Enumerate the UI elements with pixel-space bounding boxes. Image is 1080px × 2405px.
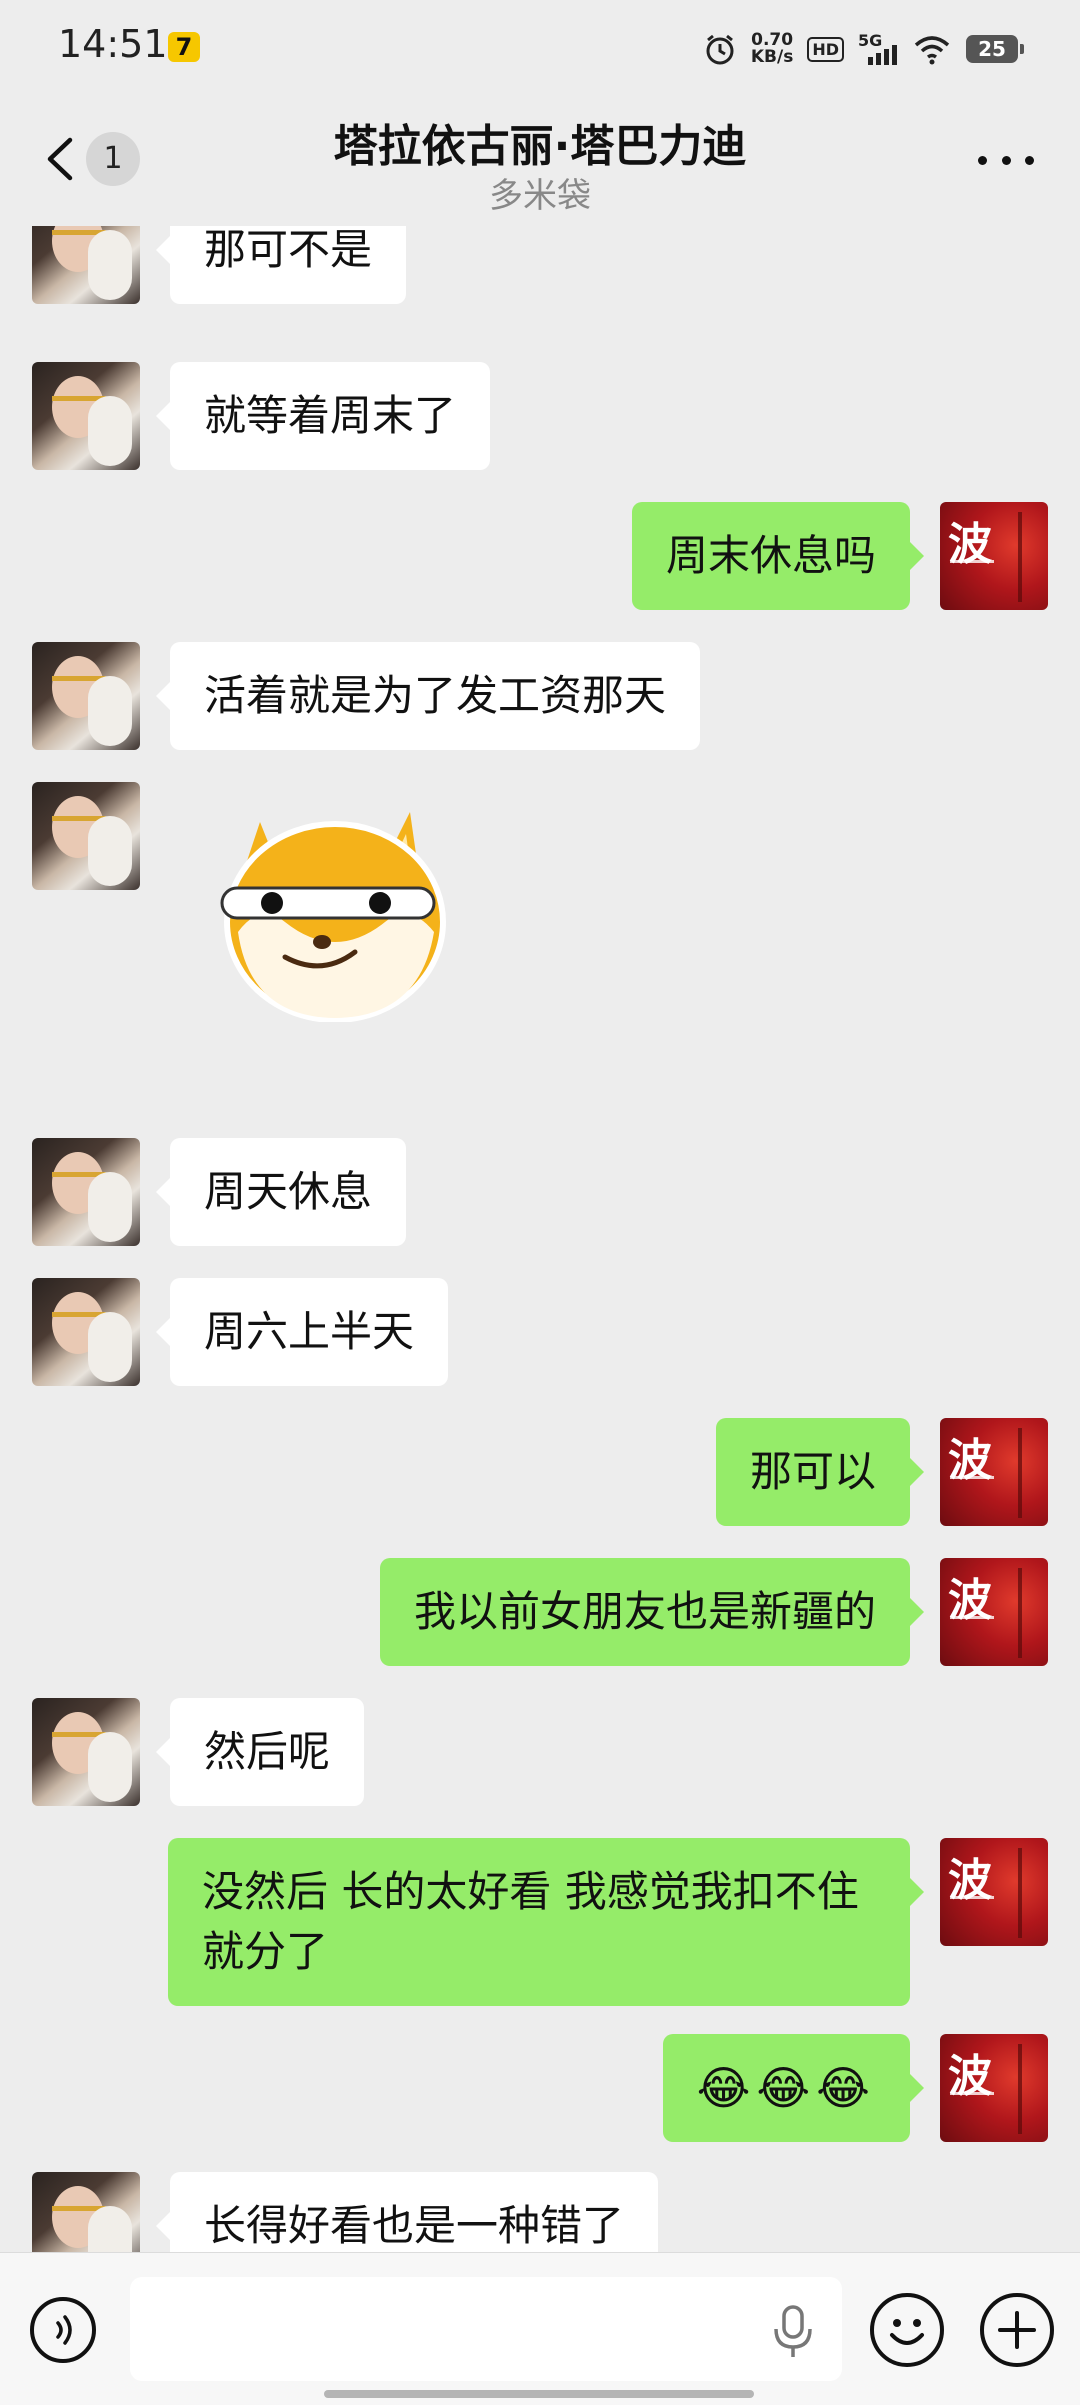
chat-header: 1 塔拉依古丽·塔巴力迪 多米袋 (0, 96, 1080, 226)
my-avatar[interactable]: 波 (940, 2034, 1048, 2142)
message-bubble[interactable]: 😂😂😂 (662, 2034, 925, 2142)
message-bubble[interactable]: 没然后 长的太好看 我感觉我扣不住 就分了 (168, 1838, 924, 2006)
contact-avatar[interactable] (32, 1698, 140, 1806)
alarm-icon (706, 34, 734, 65)
network-speed: 0.70 KB/s (751, 32, 793, 66)
status-time: 14:51 (58, 22, 168, 66)
contact-avatar[interactable] (32, 1278, 140, 1386)
microphone-icon[interactable] (770, 2303, 816, 2359)
message-bubble[interactable]: 那可不是 (155, 226, 407, 304)
more-functions-button[interactable] (980, 2293, 1054, 2367)
message-bubble[interactable]: 周六上半天 (155, 1278, 449, 1386)
my-avatar[interactable]: 波 (940, 1558, 1048, 1666)
message-bubble[interactable]: 我以前女朋友也是新疆的 (379, 1558, 925, 1666)
message-bubble[interactable]: 然后呢 (155, 1698, 365, 1806)
network-speed-unit: KB/s (750, 47, 794, 67)
contact-avatar[interactable] (32, 226, 140, 304)
contact-avatar[interactable] (32, 1138, 140, 1246)
my-avatar[interactable]: 波 (940, 502, 1048, 610)
message-input[interactable] (130, 2277, 842, 2381)
plus-icon (998, 2311, 1036, 2349)
status-bar: 14:51 7 0.70 KB/s HD 5G 25 (0, 0, 1080, 96)
more-options-icon[interactable] (978, 150, 1034, 170)
notification-app-icon: 7 (168, 32, 200, 62)
input-bar (0, 2252, 1080, 2405)
contact-avatar[interactable] (32, 782, 140, 890)
emoji-button[interactable] (870, 2293, 944, 2367)
message-bubble[interactable]: 活着就是为了发工资那天 (155, 642, 701, 750)
status-icons: 0.70 KB/s HD 5G 25 (703, 26, 1024, 72)
voice-mode-button[interactable] (30, 2297, 96, 2363)
home-indicator[interactable] (324, 2390, 754, 2398)
signal-icon: 5G (858, 31, 898, 67)
smiley-icon (890, 2319, 924, 2345)
message-bubble[interactable]: 长得好看也是一种错了 (155, 2172, 659, 2252)
chat-subtitle: 多米袋 (489, 176, 591, 216)
chat-title: 塔拉依古丽·塔巴力迪 (333, 121, 747, 172)
contact-avatar[interactable] (32, 362, 140, 470)
message-bubble[interactable]: 周末休息吗 (631, 502, 925, 610)
voice-wave-icon (56, 2315, 72, 2345)
shiba-dog-sticker[interactable] (210, 792, 450, 1022)
contact-avatar[interactable] (32, 2172, 140, 2252)
message-bubble[interactable]: 那可以 (715, 1418, 925, 1526)
wifi-icon (914, 36, 950, 65)
contact-avatar[interactable] (32, 642, 140, 750)
message-bubble[interactable]: 就等着周末了 (155, 362, 491, 470)
hd-badge: HD (807, 36, 844, 62)
my-avatar[interactable]: 波 (940, 1418, 1048, 1526)
message-list[interactable]: 那可不是 就等着周末了 波 周末休息吗 活着就是为了发工资那天 周天休息 周六上… (0, 226, 1080, 2252)
my-avatar[interactable]: 波 (940, 1838, 1048, 1946)
message-bubble[interactable]: 周天休息 (155, 1138, 407, 1246)
battery-icon: 25 (966, 35, 1024, 63)
